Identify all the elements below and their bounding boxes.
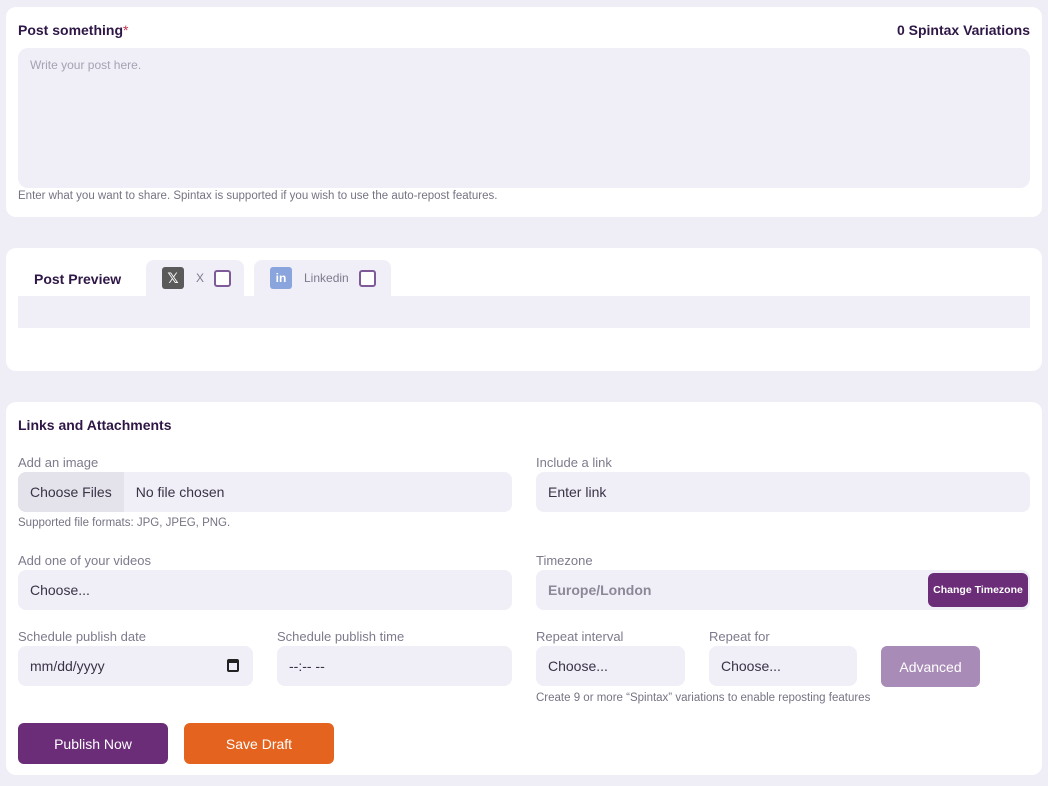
repeat-for-label: Repeat for (709, 629, 770, 644)
link-input[interactable]: Enter link (536, 472, 1030, 512)
advanced-button[interactable]: Advanced (881, 646, 980, 687)
interval-label: Repeat interval (536, 629, 624, 644)
x-logo-icon: 𝕏 (162, 267, 184, 289)
calendar-icon[interactable] (227, 659, 239, 672)
links-title: Links and Attachments (18, 417, 172, 433)
links-card: Links and Attachments Add an image Choos… (6, 402, 1042, 775)
link-label: Include a link (536, 455, 612, 470)
video-select[interactable]: Choose... (18, 570, 512, 610)
time-placeholder: --:-- -- (289, 658, 325, 674)
choose-files-button[interactable]: Choose Files (18, 472, 124, 512)
file-format-hint: Supported file formats: JPG, JPEG, PNG. (18, 517, 231, 529)
change-timezone-button[interactable]: Change Timezone (928, 573, 1028, 607)
preview-title: Post Preview (34, 271, 122, 287)
post-hint: Enter what you want to share. Spintax is… (18, 190, 498, 202)
timezone-field: Europe/London Change Timezone (536, 570, 1030, 610)
post-placeholder: Write your post here. (30, 58, 142, 72)
preview-card: Post Preview 𝕏 X in Linkedin (6, 248, 1042, 371)
video-select-value: Choose... (30, 582, 90, 598)
post-card: Post something* 0 Spintax Variations Wri… (6, 7, 1042, 217)
date-placeholder: mm/dd/yyyy (30, 658, 105, 674)
repeat-for-select[interactable]: Choose... (709, 646, 857, 686)
spintax-variations-count: 0 Spintax Variations (896, 22, 1030, 38)
image-label: Add an image (18, 455, 99, 470)
tab-x[interactable]: 𝕏 X (146, 260, 244, 296)
tab-x-label: X (196, 271, 205, 285)
link-placeholder: Enter link (548, 484, 607, 500)
linkedin-checkbox[interactable] (358, 269, 376, 287)
file-status: No file chosen (135, 484, 225, 500)
interval-value: Choose... (548, 658, 608, 674)
date-label: Schedule publish date (18, 629, 146, 644)
required-mark: * (123, 22, 129, 38)
tab-linkedin[interactable]: in Linkedin (254, 260, 391, 296)
tab-linkedin-label: Linkedin (304, 271, 349, 285)
repeat-for-value: Choose... (721, 658, 781, 674)
publish-now-button[interactable]: Publish Now (18, 723, 168, 764)
post-title-text: Post something (18, 22, 124, 38)
publish-time-input[interactable]: --:-- -- (277, 646, 512, 686)
x-checkbox[interactable] (214, 269, 232, 287)
publish-date-input[interactable]: mm/dd/yyyy (18, 646, 253, 686)
video-label: Add one of your videos (18, 553, 151, 568)
timezone-label: Timezone (536, 553, 593, 568)
preview-content (18, 296, 1030, 328)
linkedin-logo-icon: in (270, 267, 292, 289)
timezone-value: Europe/London (548, 582, 652, 598)
repost-hint: Create 9 or more “Spintax” variations to… (536, 692, 871, 704)
repeat-interval-select[interactable]: Choose... (536, 646, 685, 686)
save-draft-button[interactable]: Save Draft (184, 723, 334, 764)
post-title: Post something* (18, 22, 128, 38)
image-file-input[interactable]: Choose Files No file chosen (18, 472, 512, 512)
time-label: Schedule publish time (277, 629, 405, 644)
post-textarea[interactable]: Write your post here. (18, 48, 1030, 188)
